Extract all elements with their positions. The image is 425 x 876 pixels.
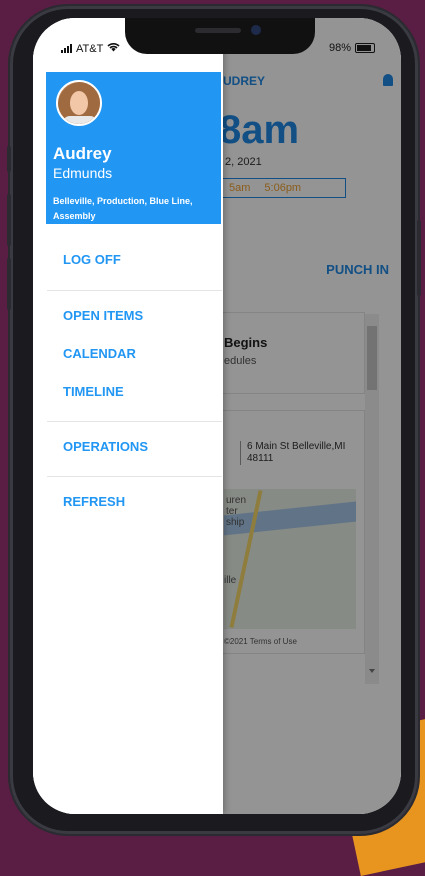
mute-switch <box>7 146 11 172</box>
menu-item-log-off[interactable]: LOG OFF <box>63 252 121 267</box>
profile-location: Belleville, Production, Blue Line, Assem… <box>53 196 193 221</box>
menu-item-refresh[interactable]: REFRESH <box>63 494 125 509</box>
profile-header: Audrey Edmunds Belleville, Production, B… <box>46 72 221 224</box>
battery-percent: 98% <box>328 42 351 54</box>
signal-icon <box>61 44 72 53</box>
volume-up-button <box>7 194 11 246</box>
menu-divider <box>47 290 222 291</box>
navigation-drawer: Audrey Edmunds Belleville, Production, B… <box>33 18 223 814</box>
notch <box>125 18 315 54</box>
carrier-label: AT&T <box>76 42 104 55</box>
menu-item-timeline[interactable]: TIMELINE <box>63 384 124 399</box>
volume-down-button <box>7 258 11 310</box>
profile-last-name: Edmunds <box>53 165 113 181</box>
menu-item-open-items[interactable]: OPEN ITEMS <box>63 308 143 323</box>
drawer-scrim[interactable] <box>223 18 401 814</box>
power-button <box>417 220 421 296</box>
speaker <box>195 28 241 33</box>
phone-screen: AT&T 98% UDREY 8am 2, 2021 5am 5:06pm PU… <box>33 18 401 814</box>
menu-divider <box>47 421 222 422</box>
avatar <box>56 80 102 126</box>
menu-item-operations[interactable]: OPERATIONS <box>63 439 148 454</box>
battery-icon <box>355 43 375 53</box>
profile-first-name: Audrey <box>53 144 112 163</box>
menu-divider <box>47 476 222 477</box>
menu-item-calendar[interactable]: CALENDAR <box>63 346 136 361</box>
camera <box>251 25 261 35</box>
wifi-icon <box>107 42 120 55</box>
